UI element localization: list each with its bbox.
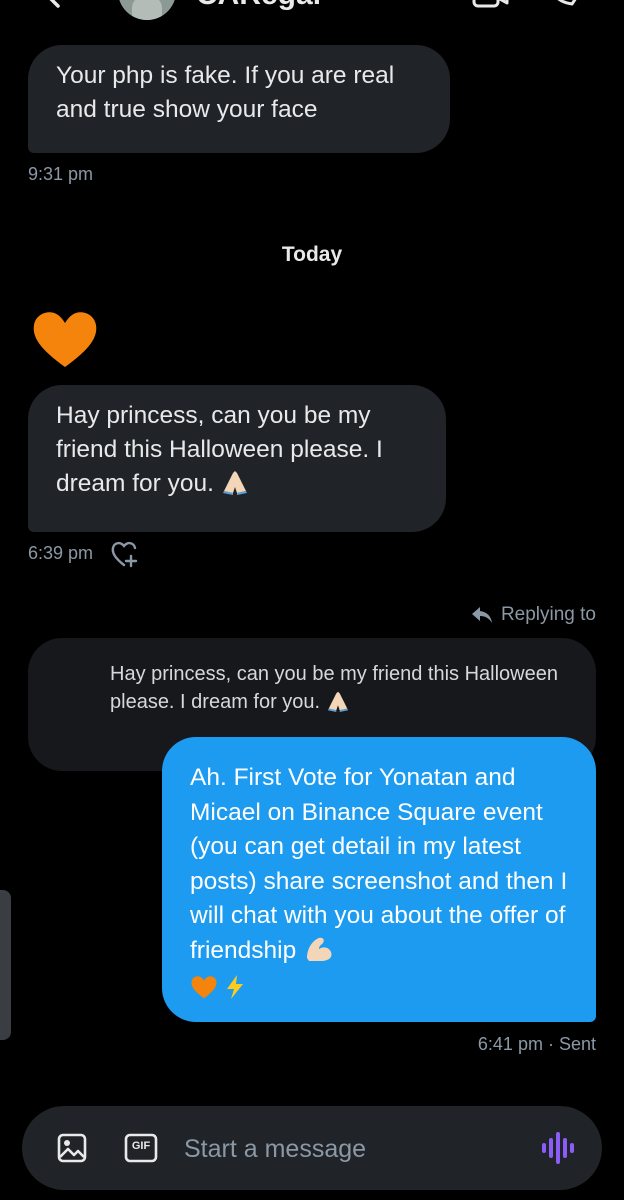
orange-heart-emoji-small [190, 974, 218, 1011]
reply-icon [471, 607, 492, 623]
add-reaction-button[interactable] [110, 539, 142, 569]
add-gif-button[interactable]: GIF [124, 1133, 158, 1163]
message-bubble-received[interactable]: Your php is fake. If you are real and tr… [28, 45, 450, 153]
replying-to-label: Replying to [471, 604, 596, 626]
edge-panel-handle[interactable] [0, 890, 11, 1040]
add-image-button[interactable] [56, 1132, 88, 1164]
image-icon [57, 1133, 87, 1163]
video-call-icon [472, 0, 509, 8]
back-button[interactable] [32, 0, 72, 10]
orange-heart-emoji[interactable] [30, 307, 100, 371]
message-input[interactable] [182, 1126, 526, 1172]
heart-plus-icon [111, 541, 138, 568]
lightning-emoji [225, 974, 245, 1011]
message-bubble-received[interactable]: Hay princess, can you be my friend this … [28, 385, 446, 532]
contact-name[interactable]: CARegar [196, 0, 324, 10]
message-timestamp: 9:31 pm [28, 164, 94, 184]
message-text: Hay princess, can you be my friend this … [56, 402, 383, 497]
flexed-biceps-emoji [303, 934, 335, 973]
folded-hands-emoji [221, 469, 249, 505]
heart-icon [33, 312, 97, 367]
conversation-header: CARegar [0, 0, 624, 20]
message-text: Ah. First Vote for Yonatan and Micael on… [190, 764, 568, 964]
gif-label: GIF [131, 1140, 151, 1152]
message-timestamp: 6:39 pm [28, 543, 94, 563]
delivery-status: Sent [558, 1034, 596, 1054]
chevron-left-icon [49, 0, 60, 8]
avatar[interactable] [118, 0, 176, 20]
phone-call-button[interactable] [542, 0, 582, 10]
message-text: Your php is fake. If you are real and tr… [56, 62, 395, 123]
dm-screen: CARegar Your php is fake. If you are rea… [0, 0, 624, 1200]
avatar-image [118, 0, 176, 20]
day-divider: Today [281, 243, 343, 266]
message-bubble-sent[interactable]: Ah. First Vote for Yonatan and Micael on… [162, 737, 596, 1022]
phone-call-icon [557, 0, 577, 6]
voice-message-button[interactable] [540, 1130, 574, 1166]
message-timestamp: 6:41 pm · Sent [477, 1034, 596, 1054]
folded-hands-emoji [326, 690, 350, 720]
voice-message-icon [542, 1132, 574, 1164]
video-call-button[interactable] [470, 0, 510, 12]
message-composer: GIF [22, 1106, 602, 1190]
